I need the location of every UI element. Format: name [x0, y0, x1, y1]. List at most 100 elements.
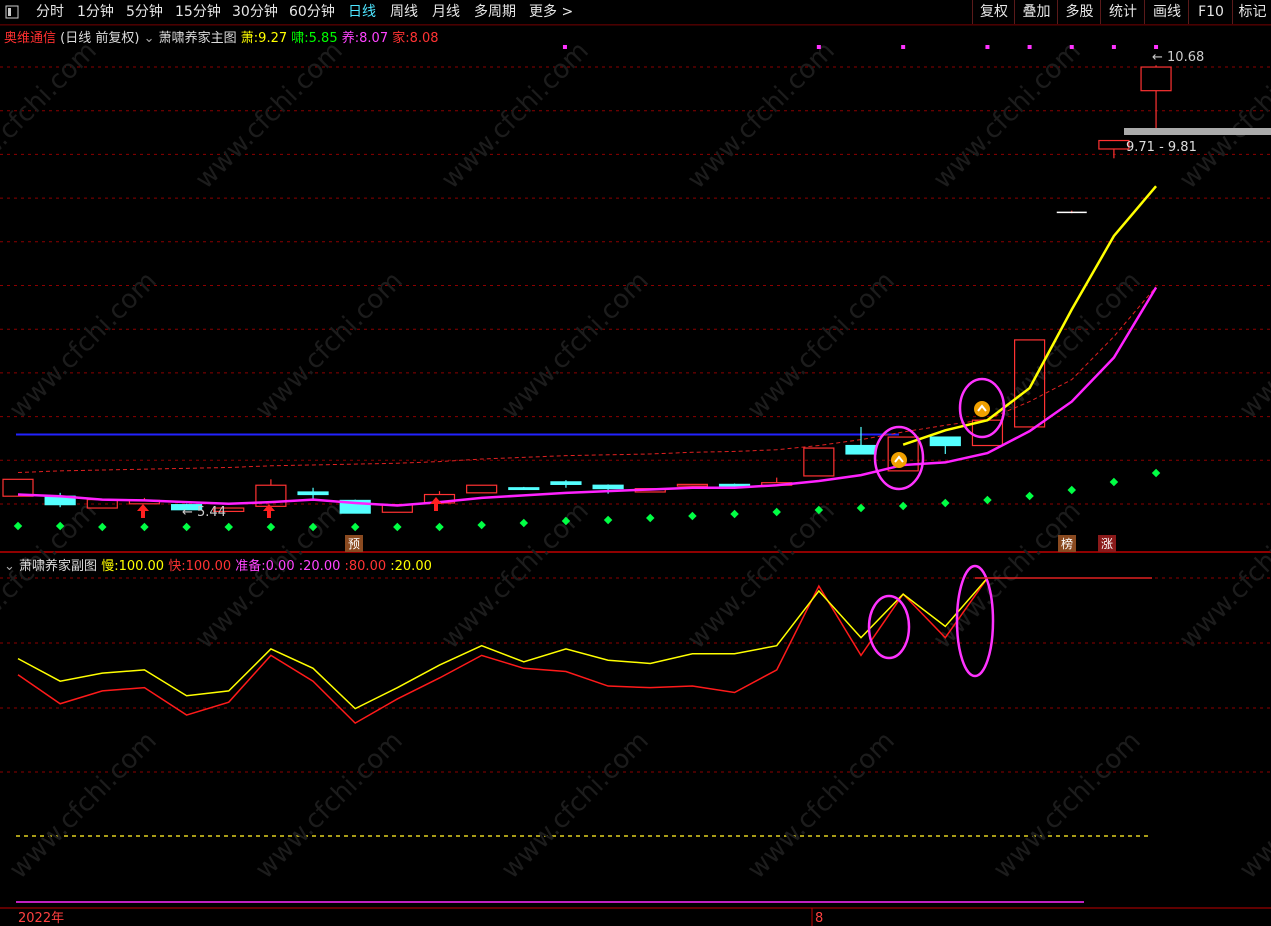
value-number: 80.00	[348, 559, 387, 574]
watermark-text: www.cfchi.com	[496, 726, 655, 885]
value-label: 萧:	[240, 31, 259, 46]
value-number: 8.08	[409, 31, 439, 46]
watermark-text: www.cfchi.com	[436, 36, 595, 195]
watermark-text: www.cfchi.com	[682, 36, 841, 195]
green-dot	[1025, 491, 1034, 501]
green-dot	[1067, 485, 1076, 495]
pink-dot	[901, 45, 906, 49]
buy-arrow-icon	[430, 497, 442, 511]
candle-body	[929, 436, 961, 447]
candle-body	[676, 483, 709, 487]
price-range-bar	[1124, 128, 1271, 135]
price-range-label: 9.71 - 9.81	[1126, 140, 1197, 155]
watermark-text: www.cfchi.com	[496, 266, 655, 425]
value-label: 家:	[392, 31, 410, 46]
candle-body	[845, 444, 877, 455]
highlight-circle	[867, 594, 911, 660]
green-dot	[477, 520, 486, 530]
green-dot	[519, 518, 529, 528]
pink-dot	[562, 45, 567, 49]
green-dot	[941, 498, 950, 508]
watermark-text: www.cfchi.com	[1174, 496, 1271, 655]
watermark-text: www.cfchi.com	[250, 266, 409, 425]
value-number: 20.00	[303, 559, 341, 574]
value-label: 养:	[341, 31, 360, 46]
marker-yu-text: 预	[348, 537, 360, 551]
candle-body	[592, 484, 624, 490]
stock-name[interactable]: 奥维通信	[4, 31, 56, 46]
pink-dot	[1154, 45, 1159, 49]
year-label: 2022年	[18, 911, 64, 926]
green-dot	[772, 507, 781, 517]
green-dot	[182, 522, 191, 532]
green-dot	[1151, 468, 1161, 478]
green-dot	[856, 503, 866, 513]
candle-body	[718, 483, 751, 487]
watermark-text: www.cfchi.com	[742, 726, 901, 885]
candle-body	[466, 484, 498, 494]
value-number: 100.00	[118, 559, 165, 574]
main-indicator-name[interactable]: 萧啸养家主图	[159, 31, 237, 46]
pink-dot	[1111, 45, 1116, 49]
candle-body	[2, 478, 34, 497]
watermark-text: www.cfchi.com	[682, 496, 841, 655]
month-label: 8	[815, 911, 823, 926]
main-indicator-dropdown-icon[interactable]: ⌄	[144, 31, 155, 46]
sub-indicator-name[interactable]: 萧啸养家副图	[19, 559, 97, 574]
marker-zhang-text: 涨	[1101, 536, 1113, 551]
main-indicator-header: 奥维通信 (日线 前复权) ⌄ 萧啸养家主图 萧:9.27 啸:5.85 养:8…	[4, 27, 439, 46]
green-dot	[983, 495, 992, 505]
candle-body	[297, 491, 329, 496]
value-number: 9.27	[258, 31, 288, 46]
watermark-text: www.cfchi.com	[190, 36, 349, 195]
green-dot	[350, 522, 360, 532]
candle-body	[508, 487, 540, 491]
green-dot	[140, 522, 149, 532]
green-dot	[435, 522, 444, 532]
value-number: 8.07	[359, 31, 389, 46]
kline-chart[interactable]: www.cfchi.com www.cfchi.com www.cfchi.com w…	[0, 0, 1271, 926]
watermark-text: www.cfchi.com	[0, 36, 103, 195]
candle-body	[1098, 139, 1130, 150]
marker-bang-text: 榜	[1061, 536, 1073, 551]
pink-dot	[1069, 45, 1074, 49]
watermark-text: www.cfchi.com	[1234, 726, 1271, 885]
watermark-text: www.cfchi.com	[250, 726, 409, 885]
watermark-text: www.cfchi.com	[4, 266, 163, 425]
green-dot	[13, 521, 23, 531]
sub-indicator-dropdown-icon[interactable]: ⌄	[4, 559, 15, 574]
green-dot	[688, 511, 697, 521]
green-dot	[898, 501, 908, 511]
pink-dot	[985, 45, 990, 49]
watermark-text: www.cfchi.com	[436, 496, 595, 655]
value-label: 啸:	[291, 31, 309, 46]
green-dot	[646, 513, 655, 523]
value-label: 准备:	[235, 559, 266, 574]
value-number: 0.00	[265, 559, 295, 574]
watermark-text: www.cfchi.com	[0, 496, 103, 655]
value-number: 5.85	[308, 31, 338, 46]
green-dot	[730, 509, 739, 519]
buy-arrow-icon	[137, 504, 149, 518]
watermark-text: www.cfchi.com	[742, 266, 901, 425]
chart-mode: (日线 前复权)	[60, 31, 140, 46]
value-number: 20.00	[394, 559, 432, 574]
watermark-text: www.cfchi.com	[928, 496, 1087, 655]
value-label: 快:	[168, 559, 186, 574]
green-dot	[1109, 477, 1119, 487]
green-dot	[224, 522, 233, 532]
candle-body	[1140, 66, 1172, 92]
low-price-label: ← 5.44	[182, 505, 226, 520]
high-price-label: ← 10.68	[1152, 50, 1204, 65]
pink-dot	[816, 45, 821, 49]
green-dot	[98, 522, 107, 532]
chevron-up-signal-icon	[891, 452, 907, 468]
value-label: 慢:	[101, 559, 119, 574]
chevron-up-signal-icon	[974, 401, 990, 417]
watermark-text: www.cfchi.com	[4, 726, 163, 885]
value-number: 100.00	[185, 559, 232, 574]
watermark-text: www.cfchi.com	[1234, 266, 1271, 425]
candle-body	[803, 447, 835, 477]
pink-dot	[1027, 45, 1032, 49]
green-dot	[266, 522, 276, 532]
